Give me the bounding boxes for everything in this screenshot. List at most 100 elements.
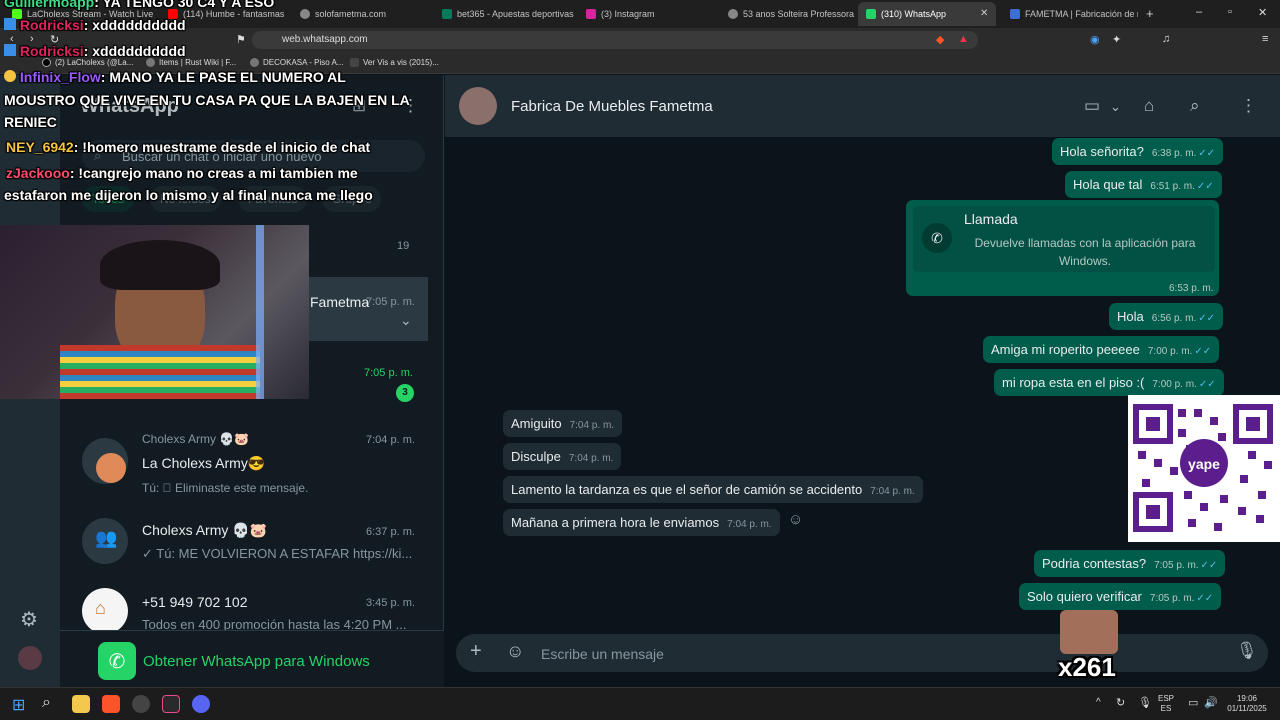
brave-browser-icon[interactable] <box>102 695 120 713</box>
tab-instagram[interactable]: (3) Instagram <box>578 4 718 24</box>
led-light <box>256 225 264 399</box>
community-avatar <box>96 453 126 483</box>
windows-start-icon[interactable]: ⊞ <box>12 695 25 715</box>
chat-line: Rodricksi: xdddddddddd <box>4 43 186 59</box>
search-icon[interactable]: ⌕ <box>1190 96 1200 116</box>
chat-line: zJackooo: !cangrejo mano no creas a mi t… <box>6 165 358 181</box>
x-icon <box>42 58 51 67</box>
catalog-store-icon[interactable]: ⌂ <box>1144 96 1154 116</box>
p-icon <box>350 58 359 67</box>
profile-avatar[interactable] <box>18 646 42 670</box>
chevron-down-icon[interactable]: ⌄ <box>400 312 412 329</box>
video-call-icon[interactable]: ▭ <box>1084 96 1100 116</box>
badge-icon <box>4 70 16 82</box>
chat-name: Cholexs Army 💀🐷 <box>142 522 268 538</box>
terminal-icon[interactable] <box>162 695 180 713</box>
react-emoji-icon[interactable]: ☺ <box>788 511 803 528</box>
badge-icon <box>4 18 16 30</box>
brave-shield-icon[interactable]: ◆ <box>936 33 944 46</box>
message-outgoing[interactable]: Podria contestas? 7:05 p. m. ✓✓ <box>1034 550 1226 577</box>
message-outgoing[interactable]: Hola señorita? 6:38 p. m. ✓✓ <box>1052 138 1224 165</box>
message-outgoing[interactable]: Hola que tal 6:51 p. m. ✓✓ <box>1065 171 1222 198</box>
message-outgoing[interactable]: Solo quiero verificar 7:05 p. m. ✓✓ <box>1019 583 1222 610</box>
whatsapp-logo-icon: ✆ <box>98 642 136 680</box>
tab-whatsapp[interactable]: (310) WhatsApp <box>858 2 996 26</box>
attach-plus-icon[interactable]: + <box>470 640 482 663</box>
obs-icon[interactable] <box>132 695 150 713</box>
chat-time: 7:04 p. m. <box>366 434 415 446</box>
call-subtitle: Devuelve llamadas con la aplicación para… <box>974 236 1196 268</box>
contact-avatar[interactable] <box>459 87 497 125</box>
chat-name: Fametma <box>310 294 370 310</box>
search-icon[interactable]: ⌕ <box>42 694 51 712</box>
chat-time: 7:05 p. m. <box>366 296 415 308</box>
chat-preview: ✓ Tú: ME VOLVIERON A ESTAFAR https://ki.… <box>142 546 413 561</box>
emoji-icon[interactable]: ☺ <box>506 641 524 662</box>
chat-line: Rodricksi: xdddddddddd <box>4 17 186 33</box>
minimize-button[interactable]: – <box>1196 6 1202 18</box>
streamer-hair <box>100 240 220 290</box>
globe-icon <box>728 9 738 19</box>
get-app-link[interactable]: Obtener WhatsApp para Windows <box>143 653 370 670</box>
volume-icon[interactable]: 🔊 <box>1204 696 1218 709</box>
bet365-icon <box>442 9 452 19</box>
bookmark-decokasa[interactable]: DECOKASA - Piso A... <box>250 58 343 67</box>
chat-line: MOUSTRO QUE VIVE EN TU CASA PA QUE LA BA… <box>4 92 410 108</box>
translate-icon[interactable]: ◉ <box>1090 33 1100 46</box>
message-outgoing[interactable]: mi ropa esta en el piso :(7:00 p. m. ✓✓ <box>994 369 1224 396</box>
message-incoming[interactable]: Disculpe 7:04 p. m. <box>503 443 622 470</box>
url-text: web.whatsapp.com <box>282 34 368 45</box>
combo-counter: x261 <box>1058 652 1116 682</box>
emote-image <box>1060 610 1118 654</box>
media-icon[interactable]: ♫ <box>1162 33 1170 45</box>
chat-name: La Cholexs Army😎 <box>142 455 266 471</box>
menu-dots-icon[interactable]: ⋮ <box>1240 96 1257 116</box>
double-check-icon: ✓✓ <box>1200 560 1218 571</box>
tab-solofametma[interactable]: solofametma.com <box>292 4 432 24</box>
chevron-down-icon[interactable]: ⌄ <box>1110 99 1121 115</box>
brave-rewards-icon[interactable]: ▲ <box>958 33 969 45</box>
bookmark-icon[interactable]: ⚑ <box>236 33 246 46</box>
sync-icon[interactable]: ↻ <box>1116 696 1125 709</box>
tab-fametma[interactable]: FAMETMA | Fabricación de mu <box>1002 4 1138 24</box>
message-outgoing[interactable]: Amiga mi roperito peeeee 7:00 p. m. ✓✓ <box>983 336 1220 363</box>
extensions-icon[interactable]: ✦ <box>1112 33 1121 46</box>
chat-time-unread: 7:05 p. m. <box>364 367 413 379</box>
settings-gear-icon[interactable]: ⚙ <box>20 607 38 632</box>
contact-name[interactable]: Fabrica De Muebles Fametma <box>511 98 713 115</box>
message-incoming[interactable]: Lamento la tardanza es que el señor de c… <box>503 476 923 503</box>
message-incoming[interactable]: Mañana a primera hora le enviamos 7:04 p.… <box>503 509 780 536</box>
bookmark-lacholexs-x[interactable]: (2) LaCholexs (@La... <box>42 58 133 67</box>
chat-time: 6:37 p. m. <box>366 526 415 538</box>
instagram-icon <box>586 9 596 19</box>
close-tab-icon[interactable]: ✕ <box>980 8 988 19</box>
globe-icon <box>250 58 259 67</box>
bookmark-vis-a-vis[interactable]: Ver Vis a vis (2015)... <box>350 58 439 67</box>
message-outgoing[interactable]: Hola 6:56 p. m. ✓✓ <box>1109 303 1223 330</box>
message-incoming[interactable]: Amiguito 7:04 p. m. <box>503 410 623 437</box>
clock[interactable]: 19:06 01/11/2025 <box>1222 694 1272 714</box>
file-explorer-icon[interactable] <box>72 695 90 713</box>
new-tab-button[interactable]: + <box>1146 6 1154 21</box>
close-window-button[interactable]: ✕ <box>1258 6 1267 19</box>
group-icon: 👥 <box>95 528 118 548</box>
tray-chevron-icon[interactable]: ^ <box>1096 697 1101 708</box>
microphone-icon[interactable]: 🎙 <box>1236 641 1258 661</box>
call-title: Llamada <box>964 211 1018 227</box>
double-check-icon: ✓✓ <box>1198 313 1215 324</box>
display-icon[interactable]: ▭ <box>1188 696 1198 709</box>
language-indicator[interactable]: ESP ES <box>1158 694 1174 714</box>
maximize-button[interactable]: ▫ <box>1228 6 1232 18</box>
menu-icon[interactable]: ≡ <box>1262 33 1268 45</box>
discord-icon[interactable] <box>192 695 210 713</box>
tab-solteira[interactable]: 53 anos Solteira Professora Pr <box>720 4 856 24</box>
chat-line: estafaron me dijeron lo mismo y al final… <box>4 187 373 203</box>
bookmark-rust-wiki[interactable]: Items | Rust Wiki | F... <box>146 58 236 67</box>
microphone-icon[interactable]: 🎙 <box>1138 696 1152 709</box>
svg-text:yape: yape <box>1188 456 1220 472</box>
streamer-sweater <box>60 345 260 399</box>
chat-preview: Tú: ⃠ Eliminaste este mensaje. <box>142 481 309 495</box>
tab-bet365[interactable]: bet365 - Apuestas deportivas <box>434 4 574 24</box>
double-check-icon: ✓✓ <box>1198 379 1216 390</box>
chat-line: NEY_6942: !homero muestrame desde el ini… <box>6 139 371 155</box>
